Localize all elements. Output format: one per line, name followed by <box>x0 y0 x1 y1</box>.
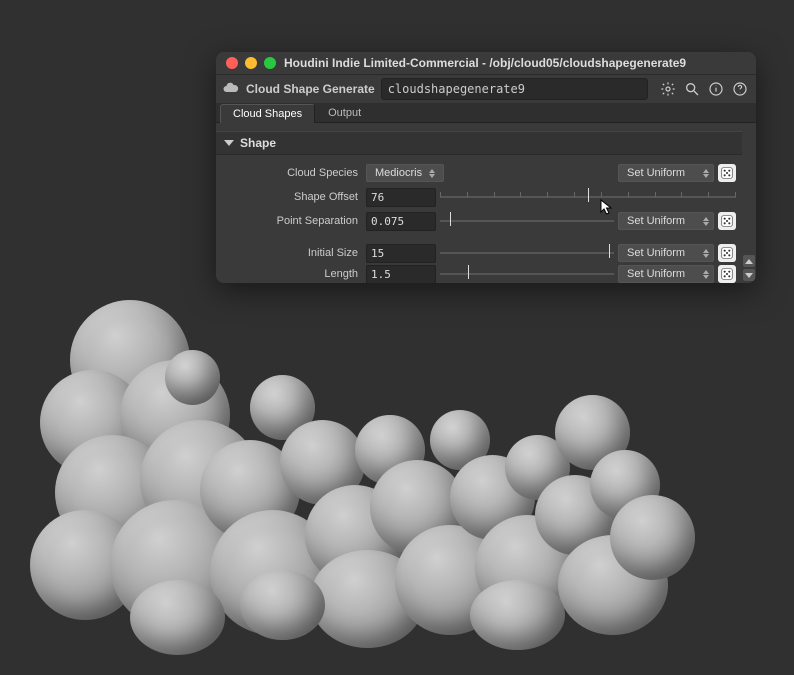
close-icon[interactable] <box>226 57 238 69</box>
initial-size-slider[interactable] <box>440 248 614 258</box>
param-cloud-species: Cloud Species Mediocris Set Uniform <box>216 161 756 185</box>
point-separation-input[interactable] <box>366 212 436 231</box>
search-icon[interactable] <box>682 79 702 99</box>
cloud-node-icon <box>222 80 240 98</box>
point-separation-slider[interactable] <box>440 216 614 226</box>
initial-size-input[interactable] <box>366 244 436 263</box>
dropdown-arrows-icon <box>703 249 709 258</box>
help-icon[interactable] <box>730 79 750 99</box>
scroll-down-button[interactable] <box>743 269 755 281</box>
parameter-panel: Shape Cloud Species Mediocris Set Unifor… <box>216 123 756 283</box>
dropdown-arrows-icon <box>703 270 709 279</box>
randomize-button[interactable] <box>718 164 736 182</box>
length-slider[interactable] <box>440 269 614 279</box>
tab-output[interactable]: Output <box>315 103 374 122</box>
maximize-icon[interactable] <box>264 57 276 69</box>
randomize-button[interactable] <box>718 244 736 262</box>
node-type-label: Cloud Shape Generate <box>246 82 375 96</box>
dropdown-arrows-icon <box>703 217 709 226</box>
node-name-input[interactable] <box>381 78 648 100</box>
param-label: Length <box>222 268 362 280</box>
chevron-down-icon <box>224 140 234 146</box>
tab-cloud-shapes[interactable]: Cloud Shapes <box>220 104 315 123</box>
scroll-up-button[interactable] <box>743 255 755 267</box>
param-shape-offset: Shape Offset <box>216 185 756 209</box>
param-initial-size: Initial Size Set Uniform <box>216 241 756 265</box>
shape-offset-slider[interactable] <box>440 192 736 202</box>
param-label: Shape Offset <box>222 191 362 203</box>
param-label: Cloud Species <box>222 167 362 179</box>
length-input[interactable] <box>366 265 436 283</box>
set-uniform-button[interactable]: Set Uniform <box>618 265 714 283</box>
minimize-icon[interactable] <box>245 57 257 69</box>
parameter-window: Houdini Indie Limited-Commercial - /obj/… <box>216 52 756 283</box>
set-uniform-button[interactable]: Set Uniform <box>618 212 714 230</box>
dropdown-arrows-icon <box>703 169 709 178</box>
randomize-button[interactable] <box>718 212 736 230</box>
section-title: Shape <box>240 136 276 150</box>
param-length: Length Set Uniform <box>216 265 756 283</box>
dropdown-arrows-icon <box>429 169 435 178</box>
param-point-separation: Point Separation Set Uniform <box>216 209 756 233</box>
randomize-button[interactable] <box>718 265 736 283</box>
section-shape[interactable]: Shape <box>216 131 756 155</box>
param-label: Point Separation <box>222 215 362 227</box>
tab-bar: Cloud Shapes Output <box>216 103 756 123</box>
set-uniform-button[interactable]: Set Uniform <box>618 164 714 182</box>
viewport-render <box>0 260 720 670</box>
set-uniform-button[interactable]: Set Uniform <box>618 244 714 262</box>
window-title: Houdini Indie Limited-Commercial - /obj/… <box>284 56 686 70</box>
titlebar[interactable]: Houdini Indie Limited-Commercial - /obj/… <box>216 52 756 75</box>
gear-icon[interactable] <box>658 79 678 99</box>
shape-offset-input[interactable] <box>366 188 436 207</box>
param-label: Initial Size <box>222 247 362 259</box>
cloud-species-dropdown[interactable]: Mediocris <box>366 164 444 182</box>
info-icon[interactable] <box>706 79 726 99</box>
node-header: Cloud Shape Generate <box>216 75 756 103</box>
